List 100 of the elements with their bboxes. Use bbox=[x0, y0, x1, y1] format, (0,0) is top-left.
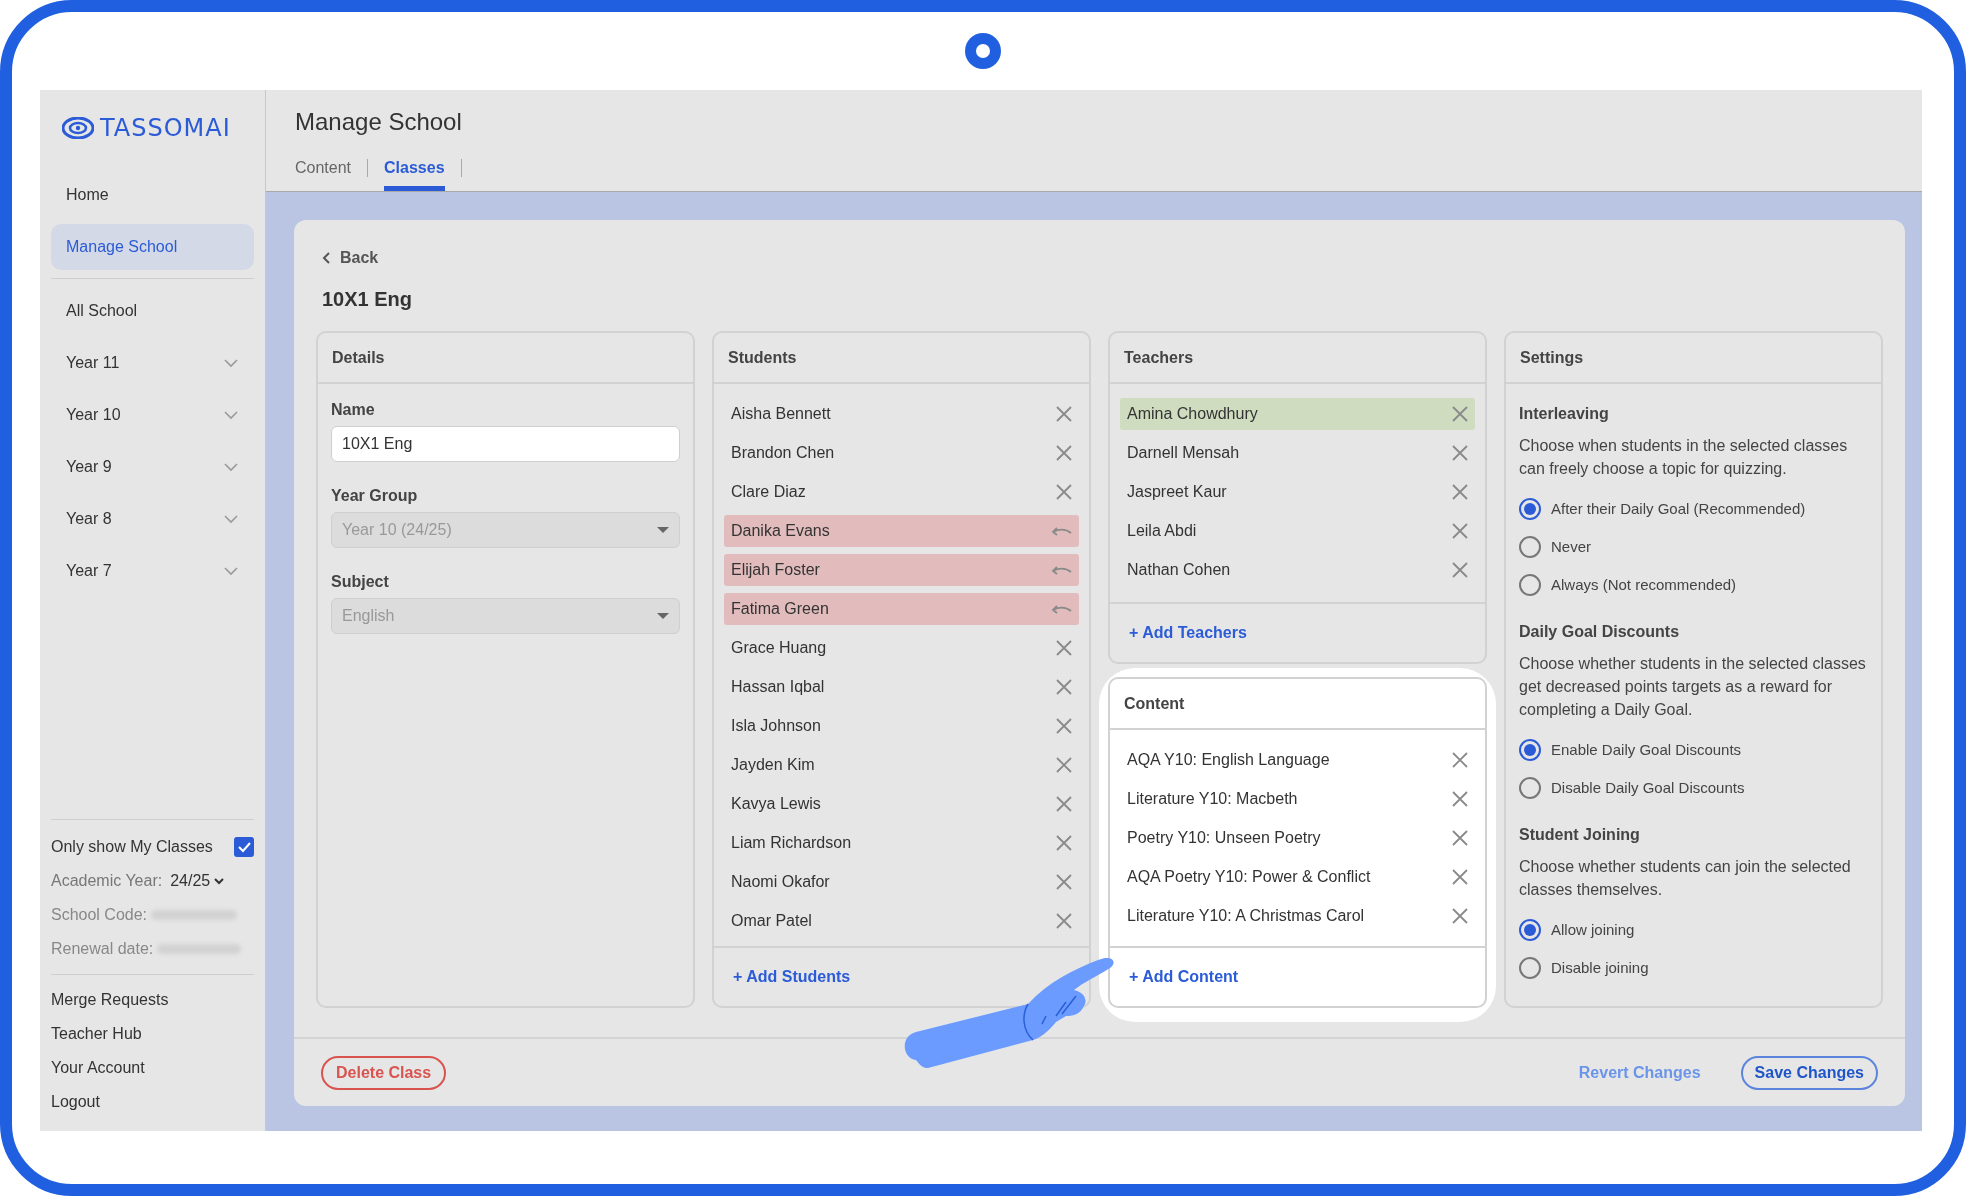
radio-button[interactable] bbox=[1519, 574, 1541, 596]
radio-option[interactable]: Allow joining bbox=[1519, 911, 1868, 949]
remove-button[interactable] bbox=[1055, 873, 1073, 891]
nav-item[interactable]: Manage School bbox=[51, 224, 254, 270]
class-title: 10X1 Eng bbox=[322, 287, 414, 312]
save-changes-button[interactable]: Save Changes bbox=[1740, 1055, 1878, 1090]
remove-button[interactable] bbox=[1451, 561, 1469, 579]
field-label: Name bbox=[331, 400, 376, 420]
remove-button[interactable] bbox=[1451, 790, 1469, 808]
close-icon bbox=[1451, 790, 1469, 808]
chevron-down-icon bbox=[223, 514, 239, 524]
list-item-name: Nathan Cohen bbox=[1127, 560, 1231, 580]
radio-button[interactable] bbox=[1519, 919, 1541, 941]
remove-button[interactable] bbox=[1055, 444, 1073, 462]
close-icon bbox=[1055, 483, 1073, 501]
add-link[interactable]: + Add Content bbox=[1129, 965, 1239, 989]
close-icon bbox=[1451, 483, 1469, 501]
remove-button[interactable] bbox=[1055, 834, 1073, 852]
close-icon bbox=[1055, 678, 1073, 696]
check-icon bbox=[236, 840, 252, 854]
remove-button[interactable] bbox=[1451, 907, 1469, 925]
panel-title: Students bbox=[728, 347, 797, 368]
close-icon bbox=[1055, 873, 1073, 891]
filter-label: Only show My Classes bbox=[51, 837, 213, 857]
tab[interactable]: Content bbox=[295, 149, 352, 191]
remove-button[interactable] bbox=[1055, 756, 1073, 774]
close-icon bbox=[1055, 639, 1073, 657]
chevron-down-icon bbox=[223, 462, 239, 472]
radio-option[interactable]: Disable joining bbox=[1519, 949, 1868, 987]
radio-option[interactable]: Disable Daily Goal Discounts bbox=[1519, 769, 1868, 807]
radio-option[interactable]: After their Daily Goal (Recommended) bbox=[1519, 490, 1868, 528]
close-icon bbox=[1451, 444, 1469, 462]
add-link[interactable]: + Add Students bbox=[733, 965, 851, 989]
chevron-left-icon bbox=[322, 251, 332, 265]
remove-button[interactable] bbox=[1055, 912, 1073, 930]
page-title: Manage School bbox=[295, 107, 463, 137]
chevron-down-icon bbox=[223, 358, 239, 368]
list-item-name: Naomi Okafor bbox=[731, 872, 830, 892]
list-item-name: Leila Abdi bbox=[1127, 521, 1197, 541]
sidebar-link[interactable]: Your Account bbox=[51, 1051, 254, 1085]
remove-button[interactable] bbox=[1451, 405, 1469, 423]
radio-option[interactable]: Never bbox=[1519, 528, 1868, 566]
academic-year-label: Academic Year: bbox=[51, 871, 163, 891]
back-link[interactable]: Back bbox=[322, 246, 379, 270]
list-item-name: Elijah Foster bbox=[731, 560, 820, 580]
year-group-item[interactable]: Year 8 bbox=[51, 493, 254, 545]
remove-button[interactable] bbox=[1451, 483, 1469, 501]
chevron-down-icon bbox=[214, 877, 225, 885]
close-icon bbox=[1451, 751, 1469, 769]
list-item-name: Fatima Green bbox=[731, 599, 829, 619]
close-icon bbox=[1451, 522, 1469, 540]
list-item-name: Jayden Kim bbox=[731, 755, 815, 775]
list-item-name: Aisha Bennett bbox=[731, 404, 831, 424]
list-item-name: Grace Huang bbox=[731, 638, 827, 658]
year-group-item[interactable]: Year 10 bbox=[51, 389, 254, 441]
close-icon bbox=[1055, 444, 1073, 462]
nav-item[interactable]: Home bbox=[51, 172, 254, 218]
radio-button[interactable] bbox=[1519, 957, 1541, 979]
year-group-item[interactable]: All School bbox=[51, 285, 254, 337]
list-item-name: Poetry Y10: Unseen Poetry bbox=[1127, 828, 1321, 848]
remove-button[interactable] bbox=[1055, 717, 1073, 735]
radio-button[interactable] bbox=[1519, 536, 1541, 558]
list-item-name: Omar Patel bbox=[731, 911, 812, 931]
sidebar-link[interactable]: Logout bbox=[51, 1085, 254, 1119]
year-group-item[interactable]: Year 11 bbox=[51, 337, 254, 389]
radio-button[interactable] bbox=[1519, 777, 1541, 799]
list-item-name: Kavya Lewis bbox=[731, 794, 821, 814]
list-item-name: Literature Y10: A Christmas Carol bbox=[1127, 906, 1365, 926]
remove-button[interactable] bbox=[1451, 751, 1469, 769]
year-group-item[interactable]: Year 9 bbox=[51, 441, 254, 493]
remove-button[interactable] bbox=[1451, 444, 1469, 462]
dropdown-caret-icon bbox=[657, 613, 669, 619]
year-group-item[interactable]: Year 7 bbox=[51, 545, 254, 597]
close-icon bbox=[1055, 834, 1073, 852]
close-icon bbox=[1451, 405, 1469, 423]
list-item-name: AQA Poetry Y10: Power & Conflict bbox=[1127, 867, 1371, 887]
remove-button[interactable] bbox=[1055, 795, 1073, 813]
section-heading: Interleaving bbox=[1519, 404, 1610, 424]
academic-year-dropdown[interactable]: 24/25 bbox=[170, 869, 225, 893]
sidebar-link[interactable]: Teacher Hub bbox=[51, 1017, 254, 1051]
remove-button[interactable] bbox=[1451, 522, 1469, 540]
text-input-field[interactable]: 10X1 Eng bbox=[331, 426, 680, 462]
list-item-name: Darnell Mensah bbox=[1127, 443, 1240, 463]
add-link[interactable]: + Add Teachers bbox=[1129, 621, 1247, 645]
radio-option[interactable]: Always (Not recommended) bbox=[1519, 566, 1868, 604]
remove-button[interactable] bbox=[1451, 868, 1469, 886]
close-icon bbox=[1451, 907, 1469, 925]
checkbox[interactable] bbox=[234, 837, 254, 857]
radio-button[interactable] bbox=[1519, 739, 1541, 761]
panel-title: Content bbox=[1124, 693, 1185, 714]
radio-button[interactable] bbox=[1519, 498, 1541, 520]
remove-button[interactable] bbox=[1055, 405, 1073, 423]
radio-option[interactable]: Enable Daily Goal Discounts bbox=[1519, 731, 1868, 769]
remove-button[interactable] bbox=[1451, 829, 1469, 847]
list-item-name: Danika Evans bbox=[731, 521, 830, 541]
list-item-name: Hassan Iqbal bbox=[731, 677, 825, 697]
remove-button[interactable] bbox=[1055, 639, 1073, 657]
sidebar-link[interactable]: Merge Requests bbox=[51, 983, 254, 1017]
remove-button[interactable] bbox=[1055, 678, 1073, 696]
remove-button[interactable] bbox=[1055, 483, 1073, 501]
